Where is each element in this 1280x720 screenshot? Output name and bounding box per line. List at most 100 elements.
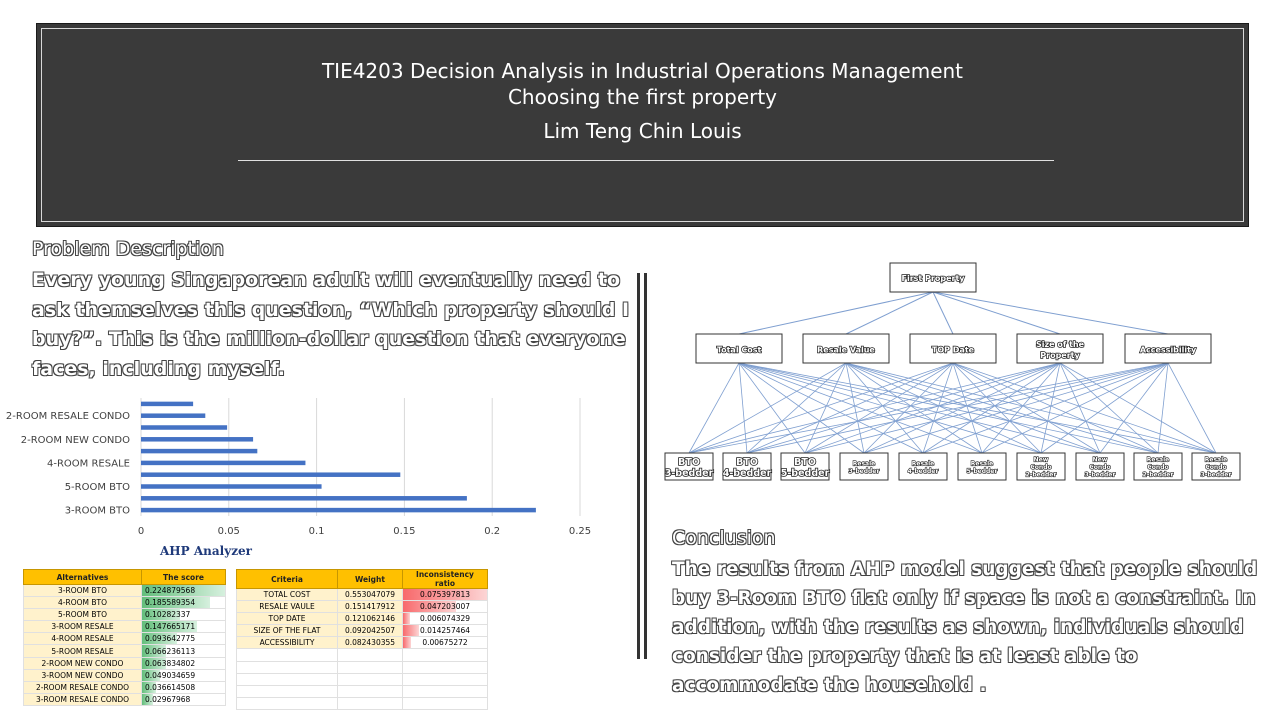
- score-value: 0.185589354: [145, 598, 196, 608]
- criterion-node-label: TOP Date: [932, 345, 975, 354]
- empty-cell[interactable]: [337, 648, 403, 662]
- table-row: TOTAL COST 0.553047079 0.075397813: [236, 587, 488, 602]
- empty-cell[interactable]: [236, 672, 338, 686]
- goal-node-label: First Property: [902, 274, 966, 283]
- score-cell[interactable]: 0.063834802: [141, 656, 226, 670]
- empty-cell[interactable]: [402, 684, 488, 698]
- table-row: TOP DATE 0.121062146 0.006074329: [236, 612, 488, 626]
- connector-line: [932, 291, 954, 335]
- score-value: 0.049034659: [145, 670, 196, 680]
- connector-line: [932, 291, 1169, 335]
- empty-cell[interactable]: [402, 648, 488, 662]
- alternative-name-cell[interactable]: 5-ROOM BTO: [23, 608, 142, 622]
- alternative-name-cell[interactable]: 5-ROOM RESALE: [23, 644, 142, 658]
- title-banner: TIE4203 Decision Analysis in Industrial …: [36, 23, 1249, 227]
- connector-line: [804, 362, 954, 454]
- criteria-name-cell[interactable]: TOP DATE: [236, 612, 338, 626]
- bar: [141, 507, 536, 513]
- inconsistency-cell[interactable]: 0.047203007: [402, 600, 488, 614]
- alternative-name-cell[interactable]: 3-ROOM RESALE: [23, 620, 142, 634]
- inconsistency-header[interactable]: Inconsistency ratio: [402, 569, 488, 589]
- alternative-node-label: Resale 5-bedder: [967, 460, 998, 475]
- score-cell[interactable]: 0.185589354: [141, 596, 226, 610]
- criterion-node-label: Total Cost: [717, 345, 762, 354]
- banner-frame: TIE4203 Decision Analysis in Industrial …: [41, 28, 1244, 222]
- score-cell[interactable]: 0.066236113: [141, 644, 226, 658]
- score-value: 0.036614508: [145, 682, 196, 692]
- score-cell[interactable]: 0.093642775: [141, 632, 226, 646]
- table-row: 3-ROOM RESALE CONDO 0.02967968: [23, 692, 226, 706]
- weight-cell[interactable]: 0.553047079: [337, 587, 403, 602]
- alternative-name-cell[interactable]: 2-ROOM NEW CONDO: [23, 656, 142, 670]
- inconsistency-cell[interactable]: 0.00675272: [402, 636, 488, 650]
- criteria-name-cell[interactable]: RESALE VAULE: [236, 600, 338, 614]
- score-value: 0.10282337: [145, 610, 191, 620]
- empty-row: [236, 684, 488, 698]
- alternative-name-cell[interactable]: 3-ROOM BTO: [23, 583, 142, 598]
- table-row: 2-ROOM RESALE CONDO 0.036614508: [23, 680, 226, 694]
- empty-row: [236, 696, 488, 710]
- alternative-name-cell[interactable]: 3-ROOM RESALE CONDO: [23, 692, 142, 706]
- table-row: 5-ROOM BTO 0.10282337: [23, 608, 226, 622]
- alternative-name-cell[interactable]: 3-ROOM NEW CONDO: [23, 668, 142, 682]
- criteria-name-cell[interactable]: TOTAL COST: [236, 587, 338, 602]
- alternatives-header[interactable]: Alternatives: [23, 569, 142, 585]
- weight-cell[interactable]: 0.151417912: [337, 600, 403, 614]
- empty-cell[interactable]: [236, 648, 338, 662]
- empty-cell[interactable]: [402, 660, 488, 674]
- empty-cell[interactable]: [236, 696, 338, 710]
- criteria-name-cell[interactable]: SIZE OF THE FLAT: [236, 624, 338, 638]
- empty-row: [236, 648, 488, 662]
- criteria-table: Criteria Weight Inconsistency ratio TOTA…: [236, 569, 488, 710]
- empty-cell[interactable]: [337, 696, 403, 710]
- bar: [141, 437, 254, 442]
- weight-cell[interactable]: 0.092042507: [337, 624, 403, 638]
- y-tick-label: 4-ROOM RESALE: [47, 458, 130, 469]
- empty-cell[interactable]: [337, 672, 403, 686]
- y-tick-label: 2-ROOM NEW CONDO: [21, 435, 130, 446]
- weight-cell[interactable]: 0.082430355: [337, 636, 403, 650]
- inconsistency-cell[interactable]: 0.006074329: [402, 612, 488, 626]
- x-tick-label: 0.05: [218, 526, 240, 537]
- connector-line: [952, 362, 1101, 454]
- inconsistency-value: 0.006074329: [419, 614, 471, 624]
- empty-cell[interactable]: [402, 696, 488, 710]
- empty-row: [236, 672, 488, 686]
- y-tick-label: 3-ROOM BTO: [65, 506, 130, 517]
- weight-header[interactable]: Weight: [337, 569, 403, 589]
- table-row: 4-ROOM BTO 0.185589354: [23, 596, 226, 610]
- score-cell[interactable]: 0.049034659: [141, 668, 226, 682]
- inconsistency-data-bar: [403, 613, 410, 625]
- problem-body: Every young Singaporean adult will event…: [31, 268, 630, 380]
- weight-cell[interactable]: 0.121062146: [337, 612, 403, 626]
- alternative-name-cell[interactable]: 4-ROOM RESALE: [23, 632, 142, 646]
- empty-cell[interactable]: [236, 684, 338, 698]
- score-value: 0.066236113: [145, 646, 196, 656]
- table-row: 3-ROOM BTO 0.224879568: [23, 583, 226, 598]
- alternative-name-cell[interactable]: 2-ROOM RESALE CONDO: [23, 680, 142, 694]
- score-cell[interactable]: 0.147665171: [141, 620, 226, 634]
- empty-cell[interactable]: [337, 684, 403, 698]
- score-cell[interactable]: 0.224879568: [141, 583, 226, 598]
- score-value: 0.224879568: [145, 586, 196, 596]
- inconsistency-cell[interactable]: 0.014257464: [402, 624, 488, 638]
- bar: [141, 425, 228, 430]
- bar: [141, 401, 194, 407]
- criteria-header[interactable]: Criteria: [236, 569, 338, 589]
- score-cell[interactable]: 0.02967968: [141, 692, 226, 706]
- alternative-name-cell[interactable]: 4-ROOM BTO: [23, 596, 142, 610]
- connector-line: [804, 362, 1061, 454]
- empty-cell[interactable]: [402, 672, 488, 686]
- score-cell[interactable]: 0.10282337: [141, 608, 226, 622]
- score-header[interactable]: The score: [141, 569, 226, 585]
- x-tick-label: 0.2: [484, 526, 500, 537]
- table-row: 3-ROOM NEW CONDO 0.049034659: [23, 668, 226, 682]
- score-cell[interactable]: 0.036614508: [141, 680, 226, 694]
- score-value: 0.147665171: [145, 622, 196, 632]
- vertical-divider-left: [637, 273, 640, 659]
- inconsistency-cell[interactable]: 0.075397813: [402, 587, 488, 602]
- connector-line: [738, 362, 1042, 454]
- empty-cell[interactable]: [236, 660, 338, 674]
- empty-cell[interactable]: [337, 660, 403, 674]
- criteria-name-cell[interactable]: ACCESSIBILITY: [236, 636, 338, 650]
